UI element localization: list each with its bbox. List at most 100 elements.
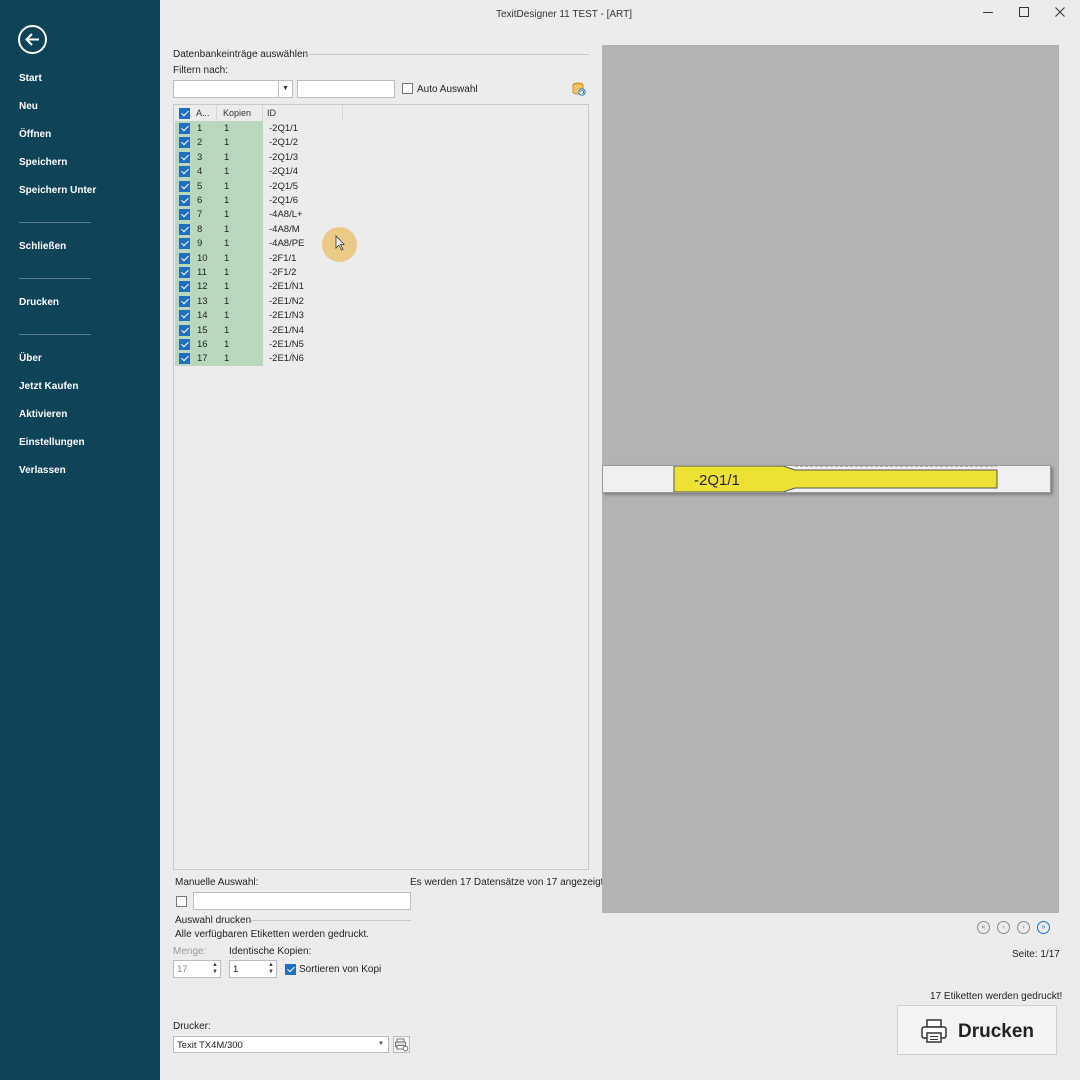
printer-dropdown[interactable]: Texit TX4M/300 ▼ [173, 1036, 389, 1053]
table-row[interactable]: 3 1 -2Q1/3 [174, 150, 374, 164]
column-header-id[interactable]: ID [267, 108, 276, 118]
sidebar-item-save-as[interactable]: Speichern Unter [19, 185, 96, 196]
row-id-cell: -2E1/N5 [269, 339, 304, 350]
column-divider [262, 105, 263, 121]
row-checkbox[interactable] [179, 123, 190, 134]
column-header-kopien[interactable]: Kopien [223, 108, 251, 118]
stepper-up-icon[interactable]: ▲ [268, 962, 274, 968]
column-header-a[interactable]: A... [196, 108, 210, 118]
row-a-cell: 2 [197, 137, 203, 149]
table-row[interactable]: 11 1 -2F1/2 [174, 265, 374, 279]
table-row[interactable]: 16 1 -2E1/N5 [174, 337, 374, 351]
print-button-label: Drucken [958, 1021, 1035, 1042]
table-row[interactable]: 6 1 -2Q1/6 [174, 193, 374, 207]
row-a-cell: 9 [197, 238, 203, 250]
back-arrow-icon[interactable] [18, 25, 47, 54]
row-a-cell: 15 [197, 324, 208, 336]
sidebar-item-settings[interactable]: Einstellungen [19, 437, 85, 448]
maximize-icon[interactable] [1014, 6, 1034, 22]
row-copies-cell: 1 [224, 166, 230, 178]
table-row[interactable]: 1 1 -2Q1/1 [174, 121, 374, 135]
first-page-icon[interactable]: « [977, 921, 990, 934]
row-checkbox[interactable] [179, 339, 190, 350]
printer-settings-icon[interactable] [393, 1036, 410, 1053]
sidebar-item-activate[interactable]: Aktivieren [19, 409, 67, 420]
row-checkbox[interactable] [179, 310, 190, 322]
row-checkbox[interactable] [179, 137, 190, 149]
row-copies-cell: 1 [224, 195, 230, 206]
printer-icon [921, 1019, 947, 1043]
chevron-down-icon[interactable]: ▼ [378, 1041, 384, 1047]
row-checkbox[interactable] [179, 281, 190, 293]
sidebar-divider [19, 334, 91, 335]
manual-selection-checkbox[interactable] [176, 896, 187, 907]
quantity-stepper[interactable]: 17 ▲ ▼ [173, 960, 221, 978]
sidebar: Start Neu Öffnen Speichern Speichern Unt… [0, 0, 160, 1080]
last-page-icon[interactable]: » [1037, 921, 1050, 934]
stepper-down-icon[interactable]: ▼ [268, 969, 274, 975]
sidebar-item-print[interactable]: Drucken [19, 297, 59, 308]
printer-value: Texit TX4M/300 [177, 1040, 243, 1051]
row-copies-cell: 1 [224, 123, 230, 134]
row-checkbox[interactable] [179, 195, 190, 206]
row-copies-cell: 1 [224, 310, 230, 322]
row-id-cell: -2E1/N6 [269, 353, 304, 365]
sidebar-item-buy-now[interactable]: Jetzt Kaufen [19, 381, 78, 392]
auto-select-checkbox[interactable] [402, 83, 413, 94]
chevron-down-icon[interactable]: ▼ [278, 81, 292, 97]
column-divider [216, 105, 217, 121]
row-checkbox[interactable] [179, 267, 190, 278]
row-checkbox[interactable] [179, 180, 190, 192]
row-checkbox[interactable] [179, 252, 190, 264]
row-checkbox[interactable] [179, 324, 190, 336]
sidebar-item-new[interactable]: Neu [19, 101, 38, 112]
grid-header: A... Kopien ID [174, 105, 344, 121]
row-checkbox[interactable] [179, 151, 190, 163]
identical-copies-stepper[interactable]: 1 ▲ ▼ [229, 960, 277, 978]
sidebar-item-exit[interactable]: Verlassen [19, 465, 66, 476]
print-button[interactable]: Drucken [897, 1005, 1057, 1055]
row-checkbox[interactable] [179, 223, 190, 235]
row-checkbox[interactable] [179, 166, 190, 178]
filter-text-input[interactable] [297, 80, 395, 98]
row-id-cell: -2E1/N1 [269, 281, 304, 293]
printer-label: Drucker: [173, 1021, 211, 1032]
sidebar-item-start[interactable]: Start [19, 73, 42, 84]
row-checkbox[interactable] [179, 209, 190, 221]
row-a-cell: 6 [197, 195, 203, 206]
manual-selection-input[interactable] [193, 892, 411, 910]
table-row[interactable]: 14 1 -2E1/N3 [174, 308, 374, 322]
table-row[interactable]: 13 1 -2E1/N2 [174, 294, 374, 308]
database-refresh-icon[interactable] [572, 82, 586, 96]
section-title: Datenbankeinträge auswählen [173, 49, 309, 60]
table-row[interactable]: 4 1 -2Q1/4 [174, 164, 374, 178]
previous-page-icon[interactable]: ‹ [997, 921, 1010, 934]
table-row[interactable]: 17 1 -2E1/N6 [174, 351, 374, 365]
close-icon[interactable] [1050, 6, 1070, 22]
minimize-icon[interactable] [978, 6, 998, 22]
label-text: -2Q1/1 [694, 472, 740, 489]
filter-dropdown[interactable]: ▼ [173, 80, 293, 98]
print-selection-description: Alle verfügbaren Etiketten werden gedruc… [175, 929, 369, 940]
row-checkbox[interactable] [179, 238, 190, 250]
stepper-down-icon[interactable]: ▼ [212, 969, 218, 975]
table-row[interactable]: 12 1 -2E1/N1 [174, 279, 374, 293]
row-id-cell: -2F1/1 [269, 252, 297, 264]
sidebar-item-save[interactable]: Speichern [19, 157, 67, 168]
row-checkbox[interactable] [179, 295, 190, 307]
sort-copies-checkbox[interactable] [285, 964, 296, 975]
row-copies-cell: 1 [224, 339, 230, 350]
page-indicator: Seite: 1/17 [1012, 949, 1060, 960]
sidebar-item-about[interactable]: Über [19, 353, 42, 364]
sidebar-item-open[interactable]: Öffnen [19, 129, 51, 140]
table-row[interactable]: 15 1 -2E1/N4 [174, 323, 374, 337]
stepper-up-icon[interactable]: ▲ [212, 962, 218, 968]
select-all-checkbox[interactable] [179, 108, 190, 119]
row-copies-cell: 1 [224, 295, 230, 307]
table-row[interactable]: 2 1 -2Q1/2 [174, 135, 374, 149]
row-checkbox[interactable] [179, 353, 190, 365]
next-page-icon[interactable]: › [1017, 921, 1030, 934]
table-row[interactable]: 7 1 -4A8/L+ [174, 207, 374, 221]
sidebar-item-close[interactable]: Schließen [19, 241, 66, 252]
table-row[interactable]: 5 1 -2Q1/5 [174, 179, 374, 193]
